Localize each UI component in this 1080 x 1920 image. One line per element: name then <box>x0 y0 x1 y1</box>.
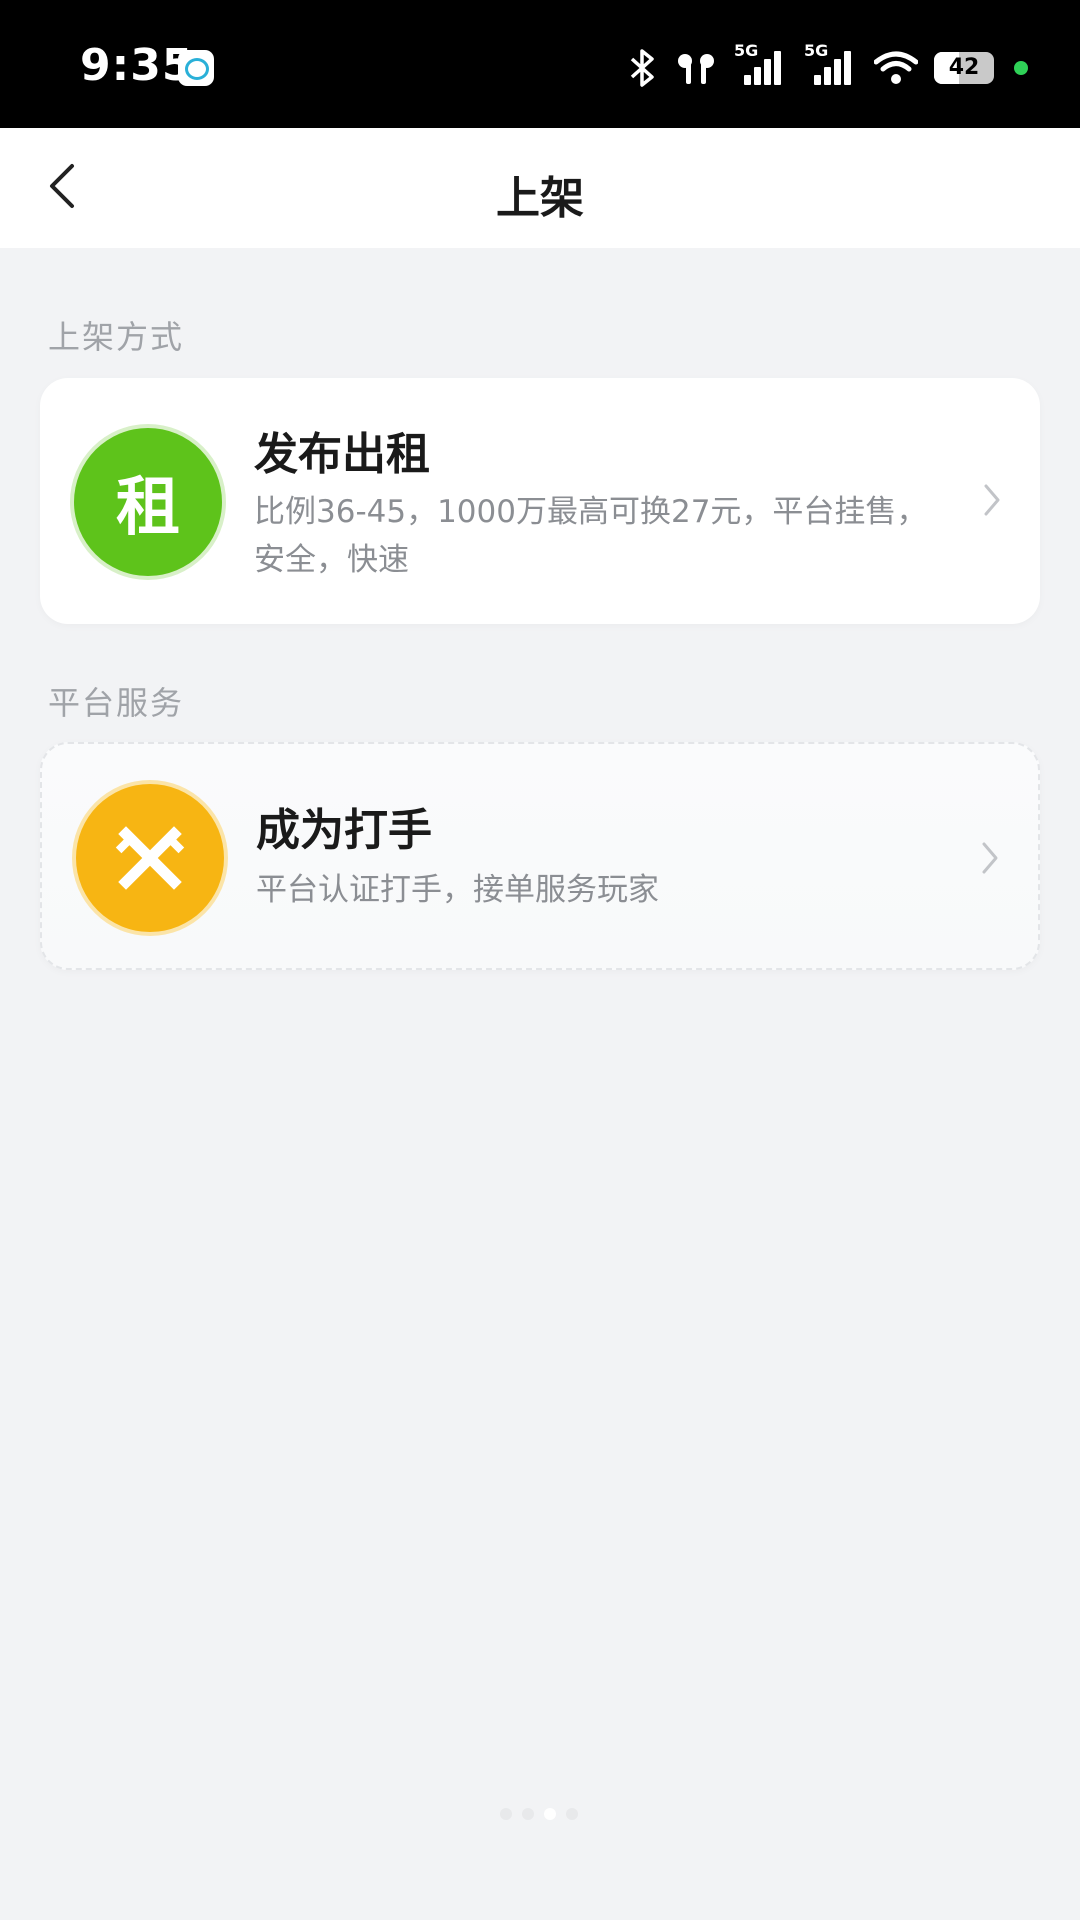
card-description: 平台认证打手，接单服务玩家 <box>256 872 659 908</box>
page-dot <box>566 1808 578 1820</box>
card-title: 成为打手 <box>256 805 432 856</box>
page-dot <box>522 1808 534 1820</box>
page-dot <box>500 1808 512 1820</box>
signal-tag: 5G <box>804 41 829 60</box>
status-bar: 9:35 5G 5G 42 <box>0 0 1080 128</box>
bluetooth-icon <box>630 49 654 87</box>
privacy-indicator-dot <box>1014 61 1028 75</box>
section-label-platform-services: 平台服务 <box>48 684 185 722</box>
card-title: 发布出租 <box>254 429 430 480</box>
signal-5g-icon: 5G <box>734 41 788 89</box>
chevron-right-icon <box>982 842 998 874</box>
page-title: 上架 <box>496 173 584 224</box>
rent-icon: 租 <box>74 428 222 576</box>
publish-rental-card[interactable]: 租 发布出租 比例36-45，1000万最高可换27元，平台挂售， 安全，快速 <box>40 378 1040 624</box>
battery-indicator: 42 <box>934 52 994 84</box>
navigation-bar: 上架 <box>0 128 1080 248</box>
crossed-swords-icon <box>76 784 224 932</box>
section-label-listing-method: 上架方式 <box>48 318 185 356</box>
wifi-icon <box>874 51 918 84</box>
earbuds-icon <box>678 54 714 84</box>
card-description: 比例36-45，1000万最高可换27元，平台挂售， 安全，快速 <box>254 488 974 584</box>
card-description-line: 安全，快速 <box>254 542 409 578</box>
rent-icon-char: 租 <box>116 471 180 545</box>
page-dot-active <box>544 1808 556 1820</box>
chevron-right-icon <box>984 484 1000 516</box>
battery-level: 42 <box>948 55 980 80</box>
message-app-icon <box>178 50 214 86</box>
crossed-swords-glyph <box>115 826 185 890</box>
signal-5g-icon: 5G <box>804 41 858 89</box>
card-description-line: 比例36-45，1000万最高可换27元，平台挂售， <box>254 494 928 530</box>
status-time: 9:35 <box>80 40 194 91</box>
page-indicator <box>500 1808 578 1820</box>
become-booster-card[interactable]: 成为打手 平台认证打手，接单服务玩家 <box>40 742 1040 970</box>
signal-tag: 5G <box>734 41 759 60</box>
status-icons: 5G 5G 42 <box>628 41 1028 92</box>
